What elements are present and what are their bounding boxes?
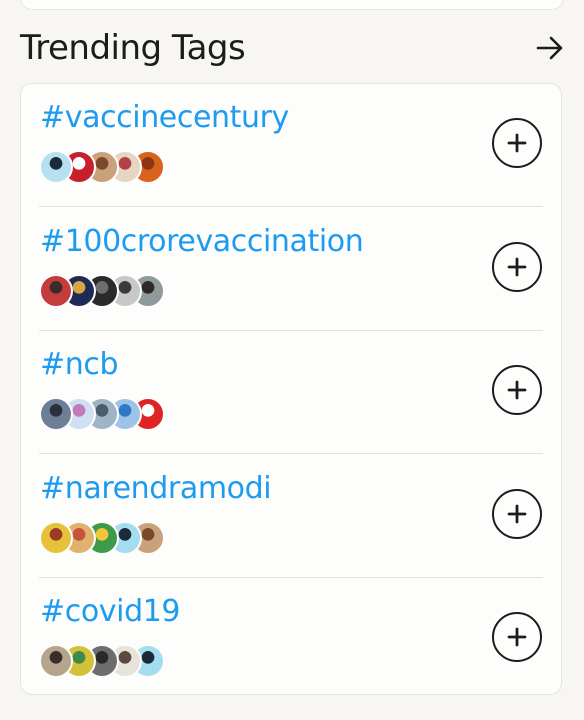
participant-avatars: [39, 150, 179, 184]
tag-name-link[interactable]: #vaccinecentury: [40, 98, 289, 138]
tag-name-link[interactable]: #covid19: [40, 592, 180, 632]
plus-icon: [507, 504, 527, 523]
tag-row[interactable]: #narendramodi: [21, 455, 561, 578]
follow-tag-button[interactable]: [492, 118, 542, 168]
follow-tag-button[interactable]: [492, 241, 542, 292]
plus-icon: [507, 380, 527, 400]
tag-row[interactable]: #ncb: [21, 331, 561, 454]
follow-tag-button[interactable]: [492, 365, 542, 415]
participant-avatars: [39, 273, 179, 308]
user-avatar: [39, 150, 73, 184]
section-title: Trending Tags: [20, 28, 246, 68]
follow-tag-button[interactable]: [492, 488, 542, 539]
tag-name-link[interactable]: #ncb: [40, 345, 118, 385]
previous-card-bottom: [20, 0, 564, 10]
tag-row[interactable]: #covid19: [21, 578, 561, 701]
arrow-right-icon: [536, 36, 563, 60]
user-avatar: [39, 397, 73, 431]
trending-tags-header: Trending Tags: [20, 26, 564, 70]
tag-name-link[interactable]: #narendramodi: [40, 469, 272, 509]
tag-row[interactable]: #100crorevaccination: [21, 208, 561, 331]
trending-tags-list: #vaccinecentury #100crorevaccination #ncb #…: [20, 83, 562, 695]
participant-avatars: [39, 520, 179, 555]
see-all-arrow-button[interactable]: [534, 32, 566, 64]
follow-tag-button[interactable]: [492, 612, 542, 662]
user-avatar: [39, 644, 73, 678]
plus-icon: [507, 133, 527, 153]
tag-row[interactable]: #vaccinecentury: [21, 84, 561, 207]
participant-avatars: [39, 397, 179, 431]
plus-icon: [507, 257, 527, 276]
tag-name-link[interactable]: #100crorevaccination: [40, 222, 364, 262]
participant-avatars: [39, 644, 179, 678]
user-avatar: [39, 273, 73, 308]
user-avatar: [39, 520, 73, 555]
plus-icon: [507, 627, 527, 647]
